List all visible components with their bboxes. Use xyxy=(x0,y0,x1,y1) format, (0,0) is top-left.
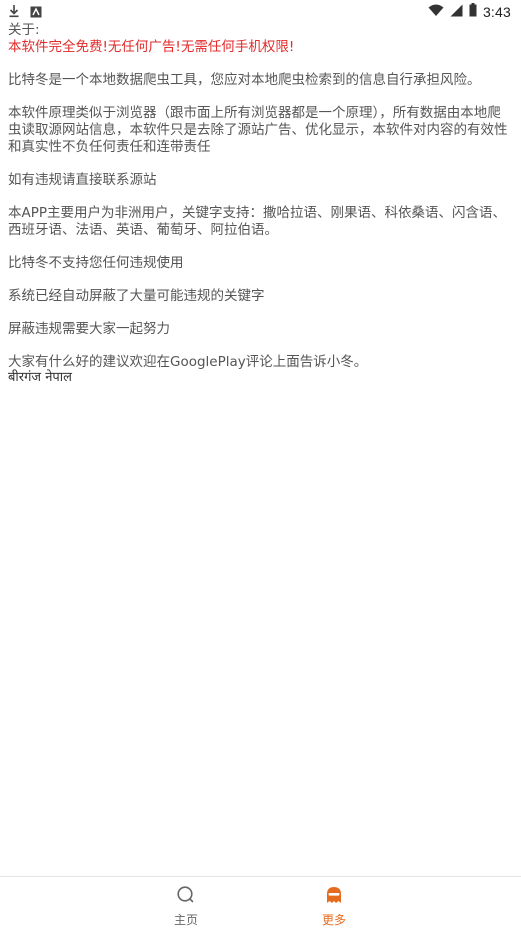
nav-label-more: 更多 xyxy=(321,913,346,927)
paragraph-keyword-filter: 系统已经自动屏蔽了大量可能违规的关键字 xyxy=(8,288,265,304)
signature-text: बीरगंज नेपाल xyxy=(8,370,72,385)
bottom-navigation: 主页 更多 xyxy=(0,876,521,927)
paragraph-cooperation: 屏蔽违规需要大家一起努力 xyxy=(8,321,170,337)
paragraph-principle: 本软件原理类似于浏览器（跟市面上所有浏览器都是一个原理），所有数据由本地爬虫读取… xyxy=(8,105,508,155)
signal-icon xyxy=(450,2,463,21)
paragraph-users-languages: 本APP主要用户为非洲用户，关键字支持：撒哈拉语、刚果语、科依桑语、闪含语、西班… xyxy=(8,205,507,238)
free-notice: 本软件完全免费!无任何广告!无需任何手机权限! xyxy=(8,39,295,55)
image-notification-icon xyxy=(30,3,42,22)
status-bar: 3:43 xyxy=(0,0,521,22)
ghost-icon xyxy=(324,887,344,909)
about-title: 关于: xyxy=(8,22,40,38)
download-icon xyxy=(8,3,20,22)
status-right-icons: 3:43 xyxy=(428,2,511,21)
nav-item-more[interactable]: 更多 xyxy=(294,885,374,928)
about-content: 关于: 本软件完全免费!无任何广告!无需任何手机权限! 比特冬是一个本地数据爬虫… xyxy=(8,22,513,386)
paragraph-contact: 如有违规请直接联系源站 xyxy=(8,172,157,188)
search-icon xyxy=(176,886,196,909)
paragraph-no-violation: 比特冬不支持您任何违规使用 xyxy=(8,255,184,271)
status-left-icons xyxy=(8,3,42,22)
status-time: 3:43 xyxy=(482,3,511,20)
nav-item-home[interactable]: 主页 xyxy=(146,885,226,928)
nav-label-home: 主页 xyxy=(173,913,198,927)
wifi-icon xyxy=(428,2,444,21)
battery-icon xyxy=(469,2,477,21)
paragraph-disclaimer: 比特冬是一个本地数据爬虫工具，您应对本地爬虫检索到的信息自行承担风险。 xyxy=(8,72,481,88)
